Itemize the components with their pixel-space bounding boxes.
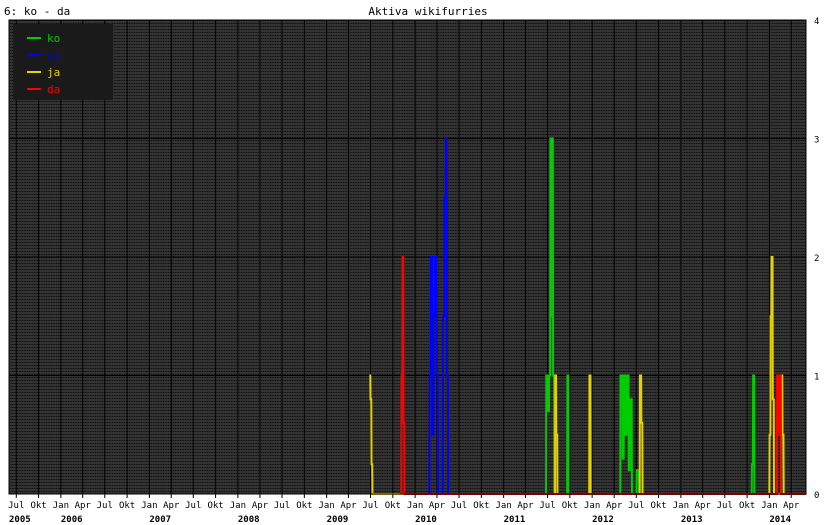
x-month-tick-label: Okt <box>207 501 223 511</box>
y-tick-label: 4 <box>814 17 819 27</box>
y-tick-label: 1 <box>814 373 819 383</box>
x-month-tick-label: Apr <box>252 501 269 511</box>
x-month-tick-label: Okt <box>30 501 46 511</box>
x-year-tick-label: 2010 <box>415 515 437 525</box>
legend-label: sv <box>47 49 61 62</box>
x-month-tick-label: Apr <box>340 501 357 511</box>
chart-title: Aktiva wikifurries <box>368 5 487 18</box>
x-month-tick-label: Apr <box>517 501 534 511</box>
y-tick-label: 2 <box>814 254 819 264</box>
x-month-tick-label: Apr <box>695 501 712 511</box>
x-month-tick-label: Okt <box>562 501 578 511</box>
x-month-tick-label: Jan <box>673 501 689 511</box>
x-month-tick-label: Jan <box>584 501 600 511</box>
x-year-tick-label: 2009 <box>327 515 349 525</box>
x-month-tick-label: Okt <box>473 501 489 511</box>
legend-label: da <box>47 83 60 96</box>
x-year-tick-label: 2012 <box>592 515 614 525</box>
legend: ko sv ja da <box>13 24 113 100</box>
x-month-tick-label: Jul <box>451 501 467 511</box>
x-month-tick-label: Jan <box>496 501 512 511</box>
corner-label: 6: ko - da <box>4 5 70 18</box>
y-tick-label: 3 <box>814 136 819 146</box>
x-month-tick-label: Jul <box>8 501 24 511</box>
x-month-tick-label: Jul <box>97 501 113 511</box>
legend-label: ko <box>47 32 60 45</box>
x-year-tick-label: 2005 <box>9 515 31 525</box>
x-month-tick-label: Jan <box>407 501 423 511</box>
chart-root: 6: ko - da Aktiva wikifurries Jul Okt Jan A… <box>0 0 827 525</box>
x-month-tick-label: Okt <box>119 501 135 511</box>
x-month-tick-label: Okt <box>739 501 755 511</box>
x-month-tick-label: Jan <box>319 501 335 511</box>
x-year-tick-label: 2007 <box>149 515 171 525</box>
x-month-tick-label: Jul <box>185 501 201 511</box>
x-month-tick-label: Jul <box>717 501 733 511</box>
x-month-tick-label: Okt <box>385 501 401 511</box>
x-month-tick-label: Jul <box>539 501 555 511</box>
x-month-tick-label: Okt <box>650 501 666 511</box>
x-year-tick-label: 2014 <box>769 515 791 525</box>
x-month-tick-label: Apr <box>606 501 623 511</box>
x-year-tick-label: 2006 <box>61 515 83 525</box>
x-month-tick-label: Jul <box>628 501 644 511</box>
x-month-tick-label: Okt <box>296 501 312 511</box>
x-year-tick-label: 2008 <box>238 515 260 525</box>
x-year-tick-label: 2011 <box>504 515 526 525</box>
x-month-tick-label: Jan <box>141 501 157 511</box>
x-month-tick-label: Jul <box>362 501 378 511</box>
x-month-tick-label: Jul <box>274 501 290 511</box>
x-month-tick-label: Jan <box>761 501 777 511</box>
x-year-tick-label: 2013 <box>681 515 703 525</box>
x-month-tick-label: Jan <box>230 501 246 511</box>
x-month-tick-label: Apr <box>783 501 800 511</box>
x-month-tick-label: Jan <box>53 501 69 511</box>
legend-label: ja <box>47 66 60 79</box>
y-tick-label: 0 <box>814 491 819 501</box>
x-month-tick-label: Apr <box>429 501 446 511</box>
x-month-tick-label: Apr <box>163 501 180 511</box>
x-month-tick-label: Apr <box>75 501 92 511</box>
